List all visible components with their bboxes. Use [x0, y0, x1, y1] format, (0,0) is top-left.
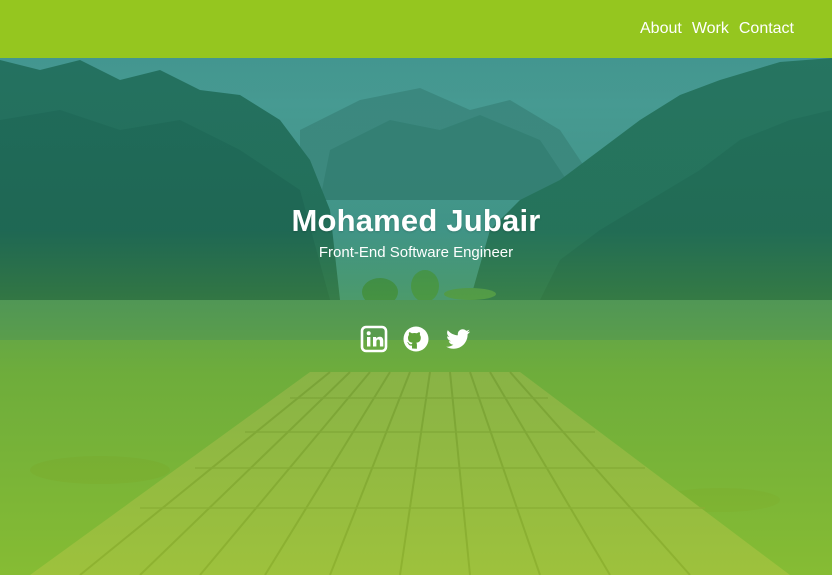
nav-link-work[interactable]: Work — [692, 19, 729, 39]
github-icon[interactable] — [402, 325, 430, 353]
twitter-icon[interactable] — [444, 325, 472, 353]
social-links — [0, 325, 832, 353]
linkedin-icon[interactable] — [360, 325, 388, 353]
page: About Work Contact Mohamed Jubair Front-… — [0, 0, 832, 575]
nav-links: About Work Contact — [640, 19, 794, 39]
hero: Mohamed Jubair Front-End Software Engine… — [0, 0, 832, 575]
nav-link-about[interactable]: About — [640, 19, 682, 39]
hero-name: Mohamed Jubair — [291, 203, 541, 238]
nav-link-contact[interactable]: Contact — [739, 19, 794, 39]
navbar: About Work Contact — [0, 0, 832, 58]
hero-role: Front-End Software Engineer — [318, 244, 514, 261]
